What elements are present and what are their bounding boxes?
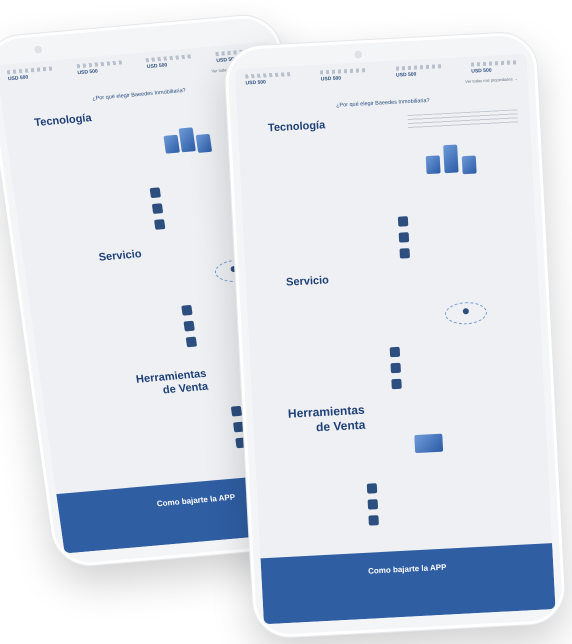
download-app-banner[interactable]: Como bajarte la APP — [260, 543, 556, 625]
camera-icon — [31, 43, 46, 57]
document-icon — [398, 232, 410, 243]
feature-item — [397, 210, 528, 227]
price-item[interactable]: USD 500 — [470, 60, 518, 75]
server-icon — [461, 155, 477, 175]
feature-item — [399, 242, 529, 259]
front-screen: USD 500 USD 500 USD 500 USD 500 Ver toda… — [234, 53, 556, 625]
servicio-illustration — [432, 290, 504, 334]
tecnologia-illustration — [419, 139, 492, 198]
section-title-herramientas: Herramientas de Venta — [288, 403, 366, 437]
id-card-icon — [391, 378, 402, 390]
phone-icon — [399, 248, 410, 259]
computer-icon — [149, 187, 161, 199]
phone-icon — [154, 219, 166, 230]
servicio-features — [389, 334, 532, 395]
price-item[interactable]: USD 500 — [320, 68, 367, 83]
document-icon — [367, 499, 379, 510]
section-title-herramientas: Herramientas de Venta — [135, 368, 209, 400]
document-icon — [183, 320, 195, 332]
feature-item — [391, 372, 531, 390]
feature-item — [390, 356, 530, 374]
server-icon — [163, 134, 180, 154]
feature-item — [368, 508, 518, 526]
herramientas-illustration — [404, 423, 466, 471]
photo-icon — [366, 483, 378, 494]
sections: Tecnología Servicio Herramientas de Vent… — [238, 109, 552, 544]
tecnologia-features — [397, 204, 530, 265]
feature-item — [366, 476, 517, 494]
server-icon — [425, 155, 441, 175]
price-item[interactable]: USD 500 — [395, 64, 443, 79]
tecnologia-illustration — [156, 121, 223, 176]
location-icon — [389, 346, 401, 358]
price-item[interactable]: USD 500 — [245, 72, 292, 86]
document-icon — [151, 203, 164, 214]
location-icon — [368, 515, 379, 526]
front-phone: USD 500 USD 500 USD 500 USD 500 Ver toda… — [222, 30, 568, 640]
id-card-icon — [185, 336, 198, 348]
footer-title: Como bajarte la APP — [367, 562, 447, 576]
herramientas-features — [366, 470, 519, 532]
server-icon — [195, 133, 213, 153]
section-title-servicio: Servicio — [285, 274, 330, 289]
computer-icon — [397, 216, 409, 227]
document-icon — [390, 362, 401, 374]
server-icon — [443, 144, 459, 174]
feature-item — [398, 226, 529, 243]
feature-item — [367, 492, 518, 510]
server-icon — [178, 127, 196, 153]
section-title-tecnologia: Tecnología — [267, 119, 326, 135]
photo-icon — [230, 405, 243, 417]
section-title-servicio: Servicio — [97, 248, 143, 264]
camera-icon — [351, 48, 365, 61]
location-icon — [181, 304, 193, 316]
feature-item — [389, 340, 530, 358]
megaphone-icon — [414, 433, 444, 454]
